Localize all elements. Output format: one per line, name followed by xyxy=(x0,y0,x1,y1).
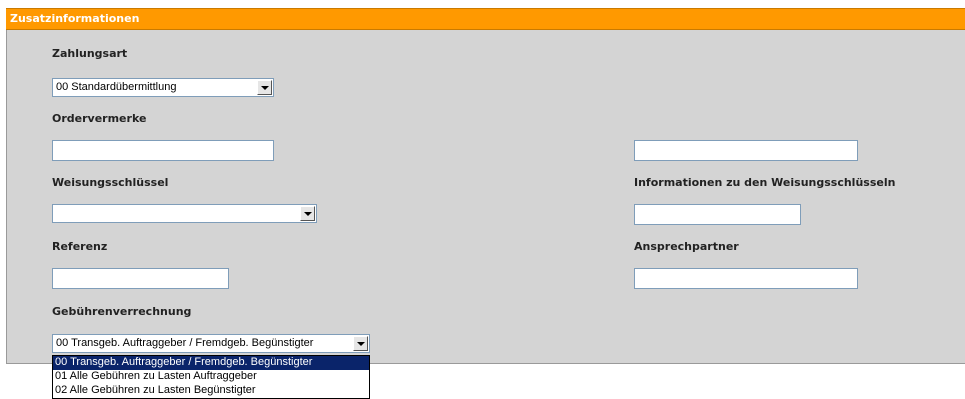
gebuehrenverrechnung-label: Gebührenverrechnung xyxy=(52,305,192,318)
zahlungsart-value: 00 Standardübermittlung xyxy=(56,81,177,93)
referenz-label: Referenz xyxy=(52,240,108,253)
chevron-down-icon[interactable] xyxy=(300,206,315,221)
informationen-field[interactable] xyxy=(634,204,801,225)
informationen-label: Informationen zu den Weisungsschlüsseln xyxy=(634,176,896,189)
weisungsschluessel-select[interactable] xyxy=(52,204,317,223)
gebuehrenverrechnung-dropdown: 00 Transgeb. Auftraggeber / Fremdgeb. Be… xyxy=(52,355,370,399)
panel-title: Zusatzinformationen xyxy=(10,12,140,25)
ordervermerke-field[interactable] xyxy=(52,140,274,161)
gebuehrenverrechnung-select[interactable]: 00 Transgeb. Auftraggeber / Fremdgeb. Be… xyxy=(52,334,370,353)
referenz-field[interactable] xyxy=(52,268,229,289)
ansprechpartner-field[interactable] xyxy=(634,268,858,289)
chevron-down-icon[interactable] xyxy=(257,80,272,95)
panel-header xyxy=(6,8,965,30)
dropdown-option[interactable]: 01 Alle Gebühren zu Lasten Auftraggeber xyxy=(53,370,369,384)
dropdown-option[interactable]: 02 Alle Gebühren zu Lasten Begünstigter xyxy=(53,384,369,398)
ordervermerke-field-2[interactable] xyxy=(634,140,858,161)
dropdown-option[interactable]: 00 Transgeb. Auftraggeber / Fremdgeb. Be… xyxy=(53,356,369,370)
ordervermerke-label: Ordervermerke xyxy=(52,112,147,125)
weisungsschluessel-label: Weisungsschlüssel xyxy=(52,176,169,189)
ansprechpartner-label: Ansprechpartner xyxy=(634,240,739,253)
zahlungsart-select[interactable]: 00 Standardübermittlung xyxy=(52,78,274,97)
zahlungsart-label: Zahlungsart xyxy=(52,47,128,60)
gebuehrenverrechnung-value: 00 Transgeb. Auftraggeber / Fremdgeb. Be… xyxy=(56,337,314,349)
chevron-down-icon[interactable] xyxy=(353,336,368,351)
